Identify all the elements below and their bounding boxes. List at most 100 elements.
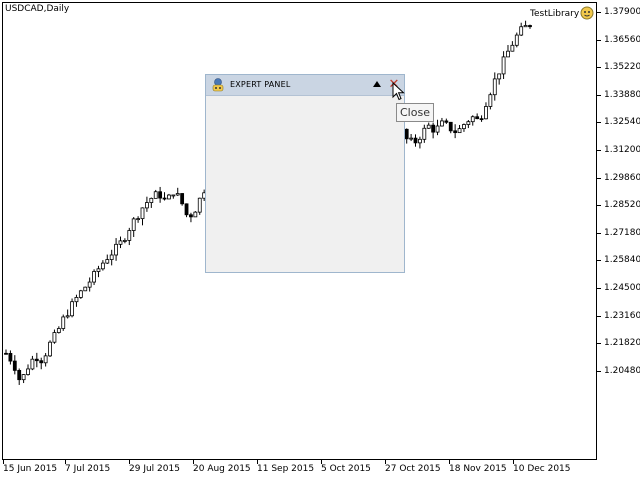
- candle-body: [510, 44, 515, 52]
- candle-body: [65, 315, 70, 318]
- price-tick-label: 1.29860: [604, 172, 640, 183]
- candle-body: [136, 218, 141, 221]
- candle-body: [61, 316, 66, 329]
- candle-body: [149, 197, 154, 203]
- candle-body: [96, 268, 101, 272]
- candle-body: [440, 120, 444, 127]
- candle-body: [466, 121, 471, 125]
- time-tick-label: 7 Jul 2015: [65, 464, 111, 474]
- price-tick-label: 1.20480: [604, 365, 640, 376]
- price-tick-label: 1.23160: [604, 310, 640, 321]
- candle-body: [167, 194, 171, 200]
- price-tick-label: 1.33880: [604, 89, 640, 100]
- price-tick: [597, 232, 601, 234]
- candle-body: [17, 369, 22, 381]
- expert-panel[interactable]: EXPERT PANEL ✕: [205, 74, 405, 273]
- price-tick: [597, 370, 601, 372]
- candle-body: [158, 191, 163, 199]
- time-tick-label: 5 Oct 2015: [321, 464, 371, 474]
- candle-body: [413, 137, 418, 144]
- price-tick-label: 1.31200: [604, 145, 640, 155]
- candle-body: [171, 194, 176, 197]
- time-tick-label: 15 Jun 2015: [3, 464, 58, 474]
- candle-body: [409, 137, 414, 140]
- candle-body: [87, 281, 92, 288]
- pointer-cursor-icon: [392, 82, 405, 101]
- candle-body: [34, 358, 39, 362]
- time-tick-label: 20 Aug 2015: [193, 464, 251, 474]
- price-tick-label: 1.21820: [604, 338, 640, 349]
- price-tick: [597, 94, 601, 96]
- time-tick-label: 29 Jul 2015: [129, 464, 180, 474]
- candle-body: [114, 243, 118, 256]
- candle-body: [12, 360, 17, 371]
- candle-body: [109, 254, 114, 260]
- candle-body: [140, 207, 145, 220]
- candle-body: [30, 358, 35, 370]
- candle-body: [127, 230, 132, 241]
- candle-body: [180, 193, 185, 205]
- price-tick-label: 1.28520: [604, 200, 640, 211]
- candle-body: [497, 73, 502, 80]
- candle-body: [506, 50, 510, 58]
- minimize-button[interactable]: [373, 81, 381, 87]
- candle-body: [39, 360, 44, 364]
- panel-body: [206, 96, 404, 272]
- candle-body: [453, 130, 458, 134]
- price-tick: [597, 150, 601, 151]
- candle-body: [444, 120, 449, 123]
- time-tick-label: 11 Sep 2015: [257, 464, 315, 474]
- price-tick-label: 1.24500: [604, 283, 640, 293]
- candle-body: [422, 127, 427, 140]
- candle-body: [78, 290, 83, 298]
- price-tick-label: 1.32540: [604, 117, 640, 128]
- candle-body: [131, 218, 136, 231]
- expert-name-label: TestLibrary: [530, 9, 580, 19]
- candle-body: [184, 203, 189, 216]
- price-tick-label: 1.25840: [604, 255, 640, 266]
- time-tick-label: 27 Oct 2015: [385, 464, 441, 474]
- candle-body: [145, 202, 149, 209]
- candle-body: [448, 121, 453, 132]
- candle-body: [52, 332, 57, 343]
- candle-body: [56, 328, 61, 333]
- candle-body: [426, 124, 431, 129]
- candle-body: [404, 128, 409, 140]
- candle-body: [501, 56, 506, 75]
- price-tick: [597, 315, 601, 317]
- candle-body: [519, 26, 524, 36]
- candle-body: [70, 301, 74, 317]
- expert-smiley-icon[interactable]: [580, 6, 594, 20]
- candle-body: [484, 106, 488, 120]
- candle-body: [4, 352, 8, 355]
- candle-body: [479, 118, 484, 121]
- close-tooltip: Close: [396, 103, 434, 122]
- candle-body: [105, 259, 110, 264]
- candle-body: [122, 240, 127, 242]
- candle-body: [162, 197, 167, 200]
- price-tick-label: 1.37900: [604, 7, 640, 17]
- candle-body: [193, 211, 198, 218]
- candle-body: [418, 138, 422, 144]
- price-tick-label: 1.27180: [604, 227, 640, 238]
- price-tick: [597, 177, 601, 179]
- candle-body: [48, 341, 52, 357]
- candle-body: [153, 191, 158, 199]
- panel-title: EXPERT PANEL: [230, 80, 291, 89]
- candle-body: [100, 262, 105, 270]
- price-tick: [597, 12, 601, 13]
- candle-body: [175, 193, 180, 196]
- price-tick: [597, 67, 601, 69]
- time-tick-label: 18 Nov 2015: [449, 464, 507, 474]
- price-tick: [597, 343, 601, 345]
- candle-body: [475, 116, 480, 120]
- robot-icon: [212, 78, 224, 92]
- candle-body: [21, 374, 26, 381]
- candle-body: [462, 124, 466, 130]
- candle-body: [197, 197, 202, 213]
- price-tick-label: 1.35220: [604, 62, 640, 73]
- price-tick: [597, 205, 601, 207]
- candle-body: [189, 214, 193, 218]
- price-tick: [597, 39, 601, 41]
- panel-header[interactable]: EXPERT PANEL ✕: [206, 75, 404, 96]
